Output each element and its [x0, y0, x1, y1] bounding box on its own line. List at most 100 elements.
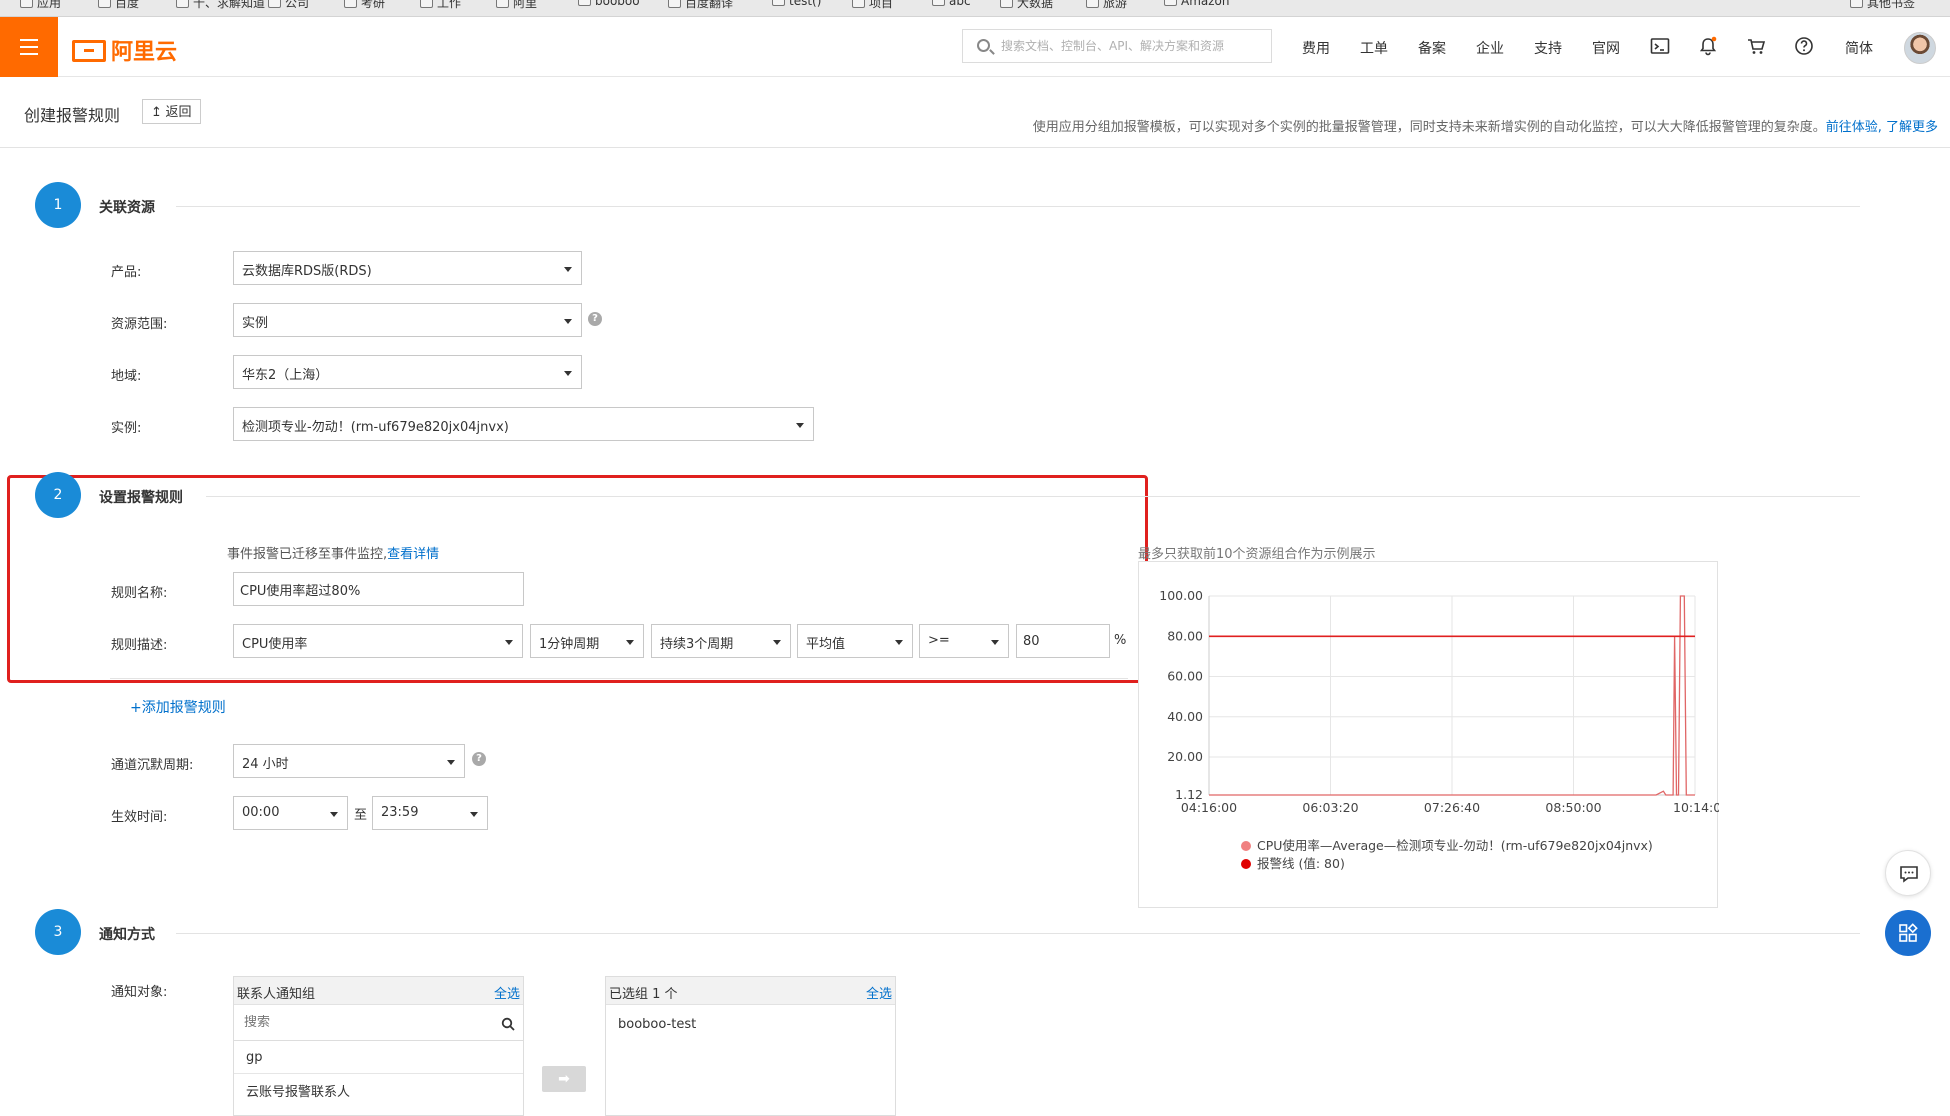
chevron-down-icon	[626, 640, 634, 645]
bookmark-item[interactable]: 阿里	[496, 0, 537, 11]
search-box[interactable]	[962, 29, 1272, 63]
y-tick-label: 20.00	[1167, 749, 1203, 764]
statistic-value: 平均值	[806, 637, 846, 652]
bookmark-label: 工作	[437, 0, 462, 10]
bookmark-item[interactable]: test()	[772, 0, 821, 8]
chevron-down-icon	[991, 640, 999, 645]
nav-enterprise[interactable]: 企业	[1476, 38, 1504, 58]
nav-website[interactable]: 官网	[1592, 38, 1620, 58]
select-all-link[interactable]: 全选	[494, 983, 520, 1002]
rule-name-input[interactable]	[233, 572, 524, 606]
list-item[interactable]: 云账号报警联系人	[246, 1081, 350, 1100]
scope-select[interactable]: 实例	[233, 303, 582, 337]
y-tick-label: 100.00	[1159, 588, 1203, 603]
view-details-link[interactable]: 查看详情	[387, 547, 439, 562]
learn-more-link[interactable]: 了解更多	[1886, 120, 1938, 135]
cart-icon[interactable]	[1746, 36, 1766, 56]
folder-icon	[578, 0, 591, 6]
bookmark-item[interactable]: 十、求解知道	[176, 0, 265, 11]
terminal-icon[interactable]	[1650, 36, 1670, 56]
threshold-input[interactable]	[1016, 624, 1110, 658]
bookmark-item[interactable]: 应用	[20, 0, 61, 11]
bookmark-item[interactable]: 考研	[344, 0, 385, 11]
list-item[interactable]: gp	[246, 1050, 263, 1065]
back-button[interactable]: ↥ 返回	[142, 99, 201, 124]
try-link[interactable]: 前往体验,	[1826, 120, 1882, 135]
duration-select[interactable]: 持续3个周期	[651, 624, 791, 658]
top-nav: 阿里云 费用 工单 备案 企业 支持 官网 简体	[0, 17, 1950, 77]
aliyun-logo[interactable]: 阿里云	[72, 34, 177, 65]
bookmark-item[interactable]: 其他书签	[1850, 0, 1915, 11]
bookmark-label: 其他书签	[1867, 0, 1916, 10]
nav-icp[interactable]: 备案	[1418, 38, 1446, 58]
contact-group-list: 联系人通知组 全选 gp 云账号报警联系人	[233, 976, 524, 1116]
apps-button[interactable]	[1885, 910, 1931, 956]
bookmark-item[interactable]: 百度	[98, 0, 139, 11]
help-icon[interactable]	[1794, 36, 1814, 56]
operator-select[interactable]: >=	[919, 624, 1009, 658]
legend-dot	[1241, 859, 1251, 869]
folder-icon	[932, 0, 945, 6]
nav-tickets[interactable]: 工单	[1360, 38, 1388, 58]
bookmark-label: 考研	[361, 0, 386, 10]
product-select[interactable]: 云数据库RDS版(RDS)	[233, 251, 582, 285]
silence-select[interactable]: 24 小时	[233, 744, 465, 778]
statistic-select[interactable]: 平均值	[797, 624, 913, 658]
bookmark-label: 项目	[869, 0, 894, 10]
folder-icon	[176, 0, 189, 8]
legend-item-threshold[interactable]: 报警线 (值: 80)	[1241, 853, 1345, 872]
y-tick-label: 40.00	[1167, 709, 1203, 724]
help-icon[interactable]: ?	[472, 752, 486, 766]
avatar[interactable]	[1904, 32, 1936, 64]
end-time-select[interactable]: 23:59	[372, 796, 488, 830]
region-select[interactable]: 华东2（上海）	[233, 355, 582, 389]
instance-value: 检测项专业-勿动！(rm-uf679e820jx04jnvx)	[242, 420, 509, 435]
transfer-right-button[interactable]: ➡	[542, 1066, 586, 1092]
help-icon[interactable]: ?	[588, 312, 602, 326]
bookmark-item[interactable]: 公司	[268, 0, 309, 11]
list-search[interactable]	[234, 1007, 523, 1041]
language-switch[interactable]: 简体	[1845, 38, 1873, 58]
folder-icon	[668, 0, 681, 8]
instance-select[interactable]: 检测项专业-勿动！(rm-uf679e820jx04jnvx)	[233, 407, 814, 441]
period-select[interactable]: 1分钟周期	[530, 624, 644, 658]
bookmark-item[interactable]: 大数据	[1000, 0, 1053, 11]
x-tick-label: 04:16:00	[1181, 800, 1237, 815]
rule-name-label: 规则名称:	[111, 586, 168, 601]
add-rule-link[interactable]: +添加报警规则	[130, 697, 226, 717]
section-title-resources: 关联资源	[99, 200, 155, 216]
bookmark-item[interactable]: booboo	[578, 0, 640, 8]
event-note: 事件报警已迁移至事件监控,查看详情	[227, 543, 439, 562]
bookmark-item[interactable]: 百度翻译	[668, 0, 733, 11]
silence-value: 24 小时	[242, 757, 289, 772]
legend-item-cpu[interactable]: CPU使用率—Average—检测项专业-勿动！(rm-uf679e820jx0…	[1241, 835, 1653, 854]
feedback-button[interactable]	[1885, 850, 1931, 896]
list-item[interactable]: booboo-test	[618, 1017, 696, 1032]
nav-fees[interactable]: 费用	[1302, 38, 1330, 58]
bookmark-item[interactable]: 项目	[852, 0, 893, 11]
bookmark-item[interactable]: Amazon	[1164, 0, 1230, 8]
instance-label: 实例:	[111, 421, 142, 436]
bell-icon[interactable]	[1698, 36, 1718, 56]
end-time-value: 23:59	[381, 805, 419, 820]
search-input[interactable]	[1001, 36, 1263, 56]
legend-label: CPU使用率—Average—检测项专业-勿动！(rm-uf679e820jx0…	[1257, 838, 1653, 853]
select-all-link[interactable]: 全选	[866, 983, 892, 1002]
rule-divider	[110, 678, 1128, 679]
bookmark-item[interactable]: 旅游	[1086, 0, 1127, 11]
chat-icon	[1900, 866, 1918, 883]
metric-select[interactable]: CPU使用率	[233, 624, 523, 658]
region-value: 华东2（上海）	[242, 368, 329, 383]
folder-icon	[420, 0, 433, 8]
bookmarks-bar: 应用 百度 十、求解知道 公司 考研 工作 阿里 booboo 百度翻译 test() 项目 abc 大…	[0, 0, 1950, 17]
bookmark-item[interactable]: abc	[932, 0, 971, 8]
menu-button[interactable]	[0, 17, 58, 77]
nav-support[interactable]: 支持	[1534, 38, 1562, 58]
scope-label: 资源范围:	[111, 317, 168, 332]
list-search-input[interactable]	[244, 1015, 484, 1030]
start-time-select[interactable]: 00:00	[233, 796, 348, 830]
chevron-down-icon	[796, 423, 804, 428]
bookmark-item[interactable]: 工作	[420, 0, 461, 11]
folder-icon	[1850, 0, 1863, 8]
back-label: 返回	[165, 104, 192, 119]
